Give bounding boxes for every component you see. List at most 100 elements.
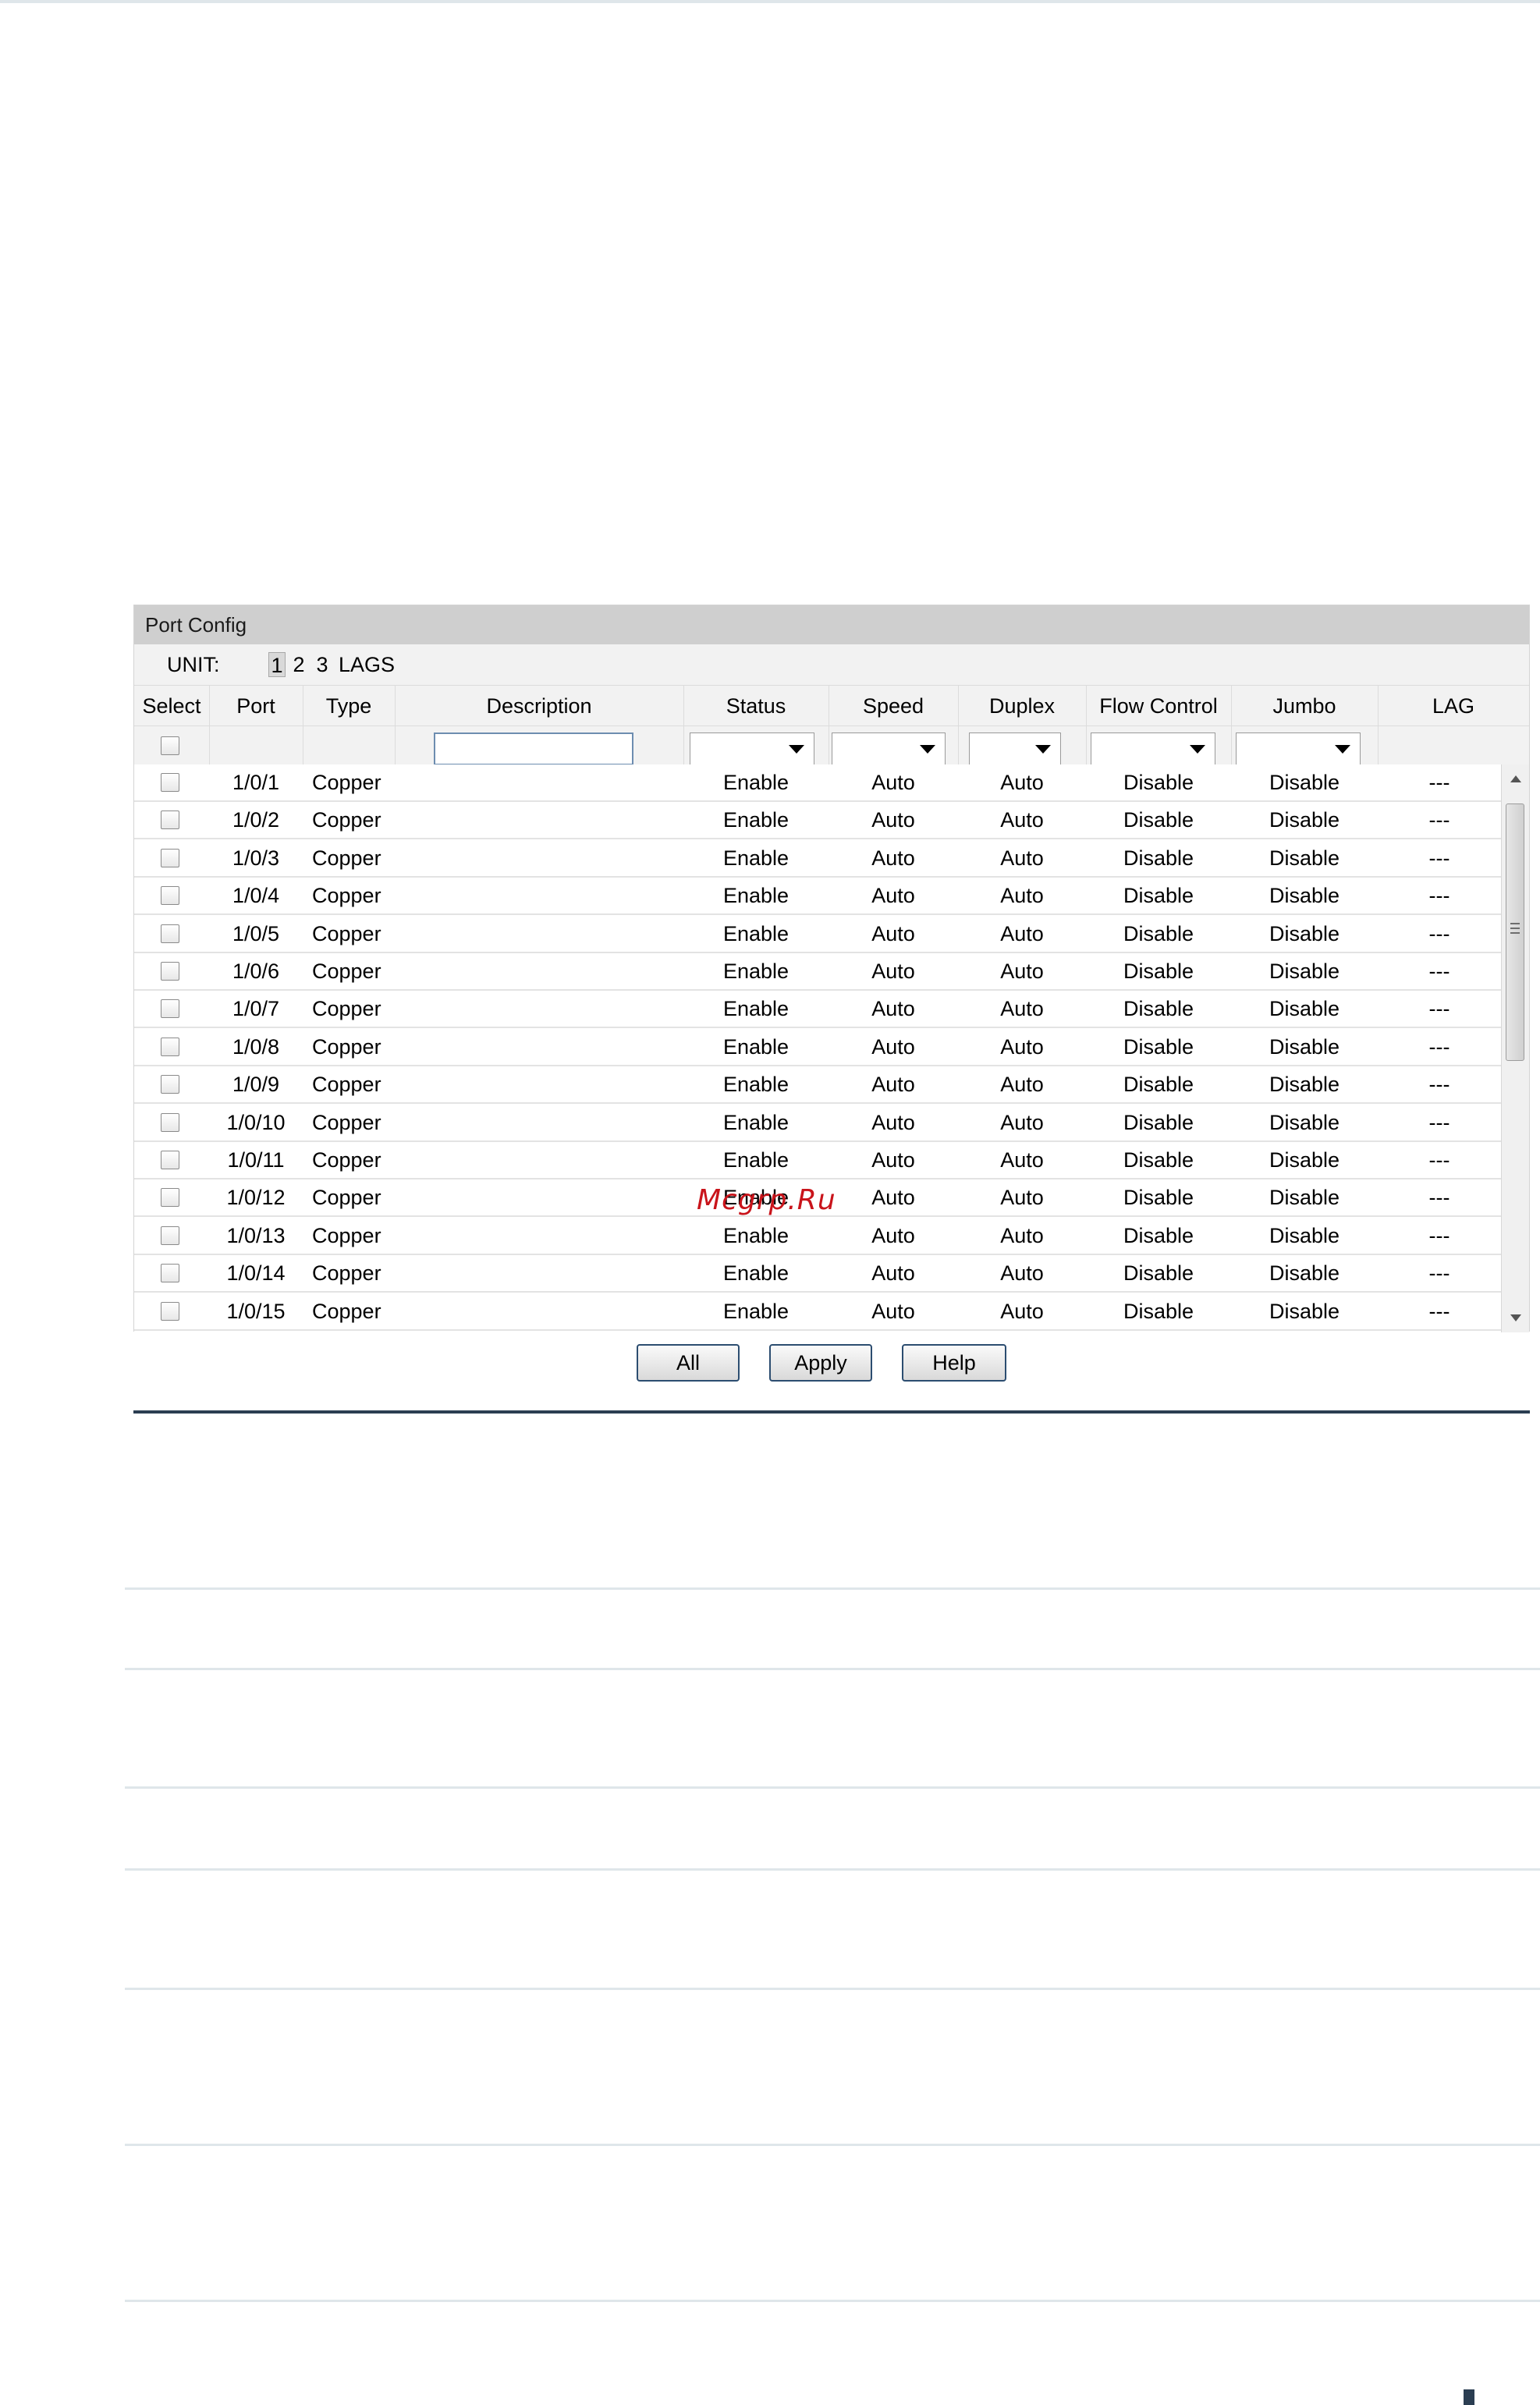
status-cell: Enable <box>722 1034 790 1059</box>
flow-control-cell: Disable <box>1123 1110 1194 1134</box>
watermark: Mcgrp.Ru <box>697 1184 836 1216</box>
row-select-checkbox[interactable] <box>161 773 179 792</box>
row-select-checkbox[interactable] <box>161 811 179 830</box>
duplex-cell: Auto <box>1000 1073 1044 1097</box>
status-cell: Enable <box>722 997 790 1021</box>
unit-link-3[interactable]: 3 <box>314 652 331 677</box>
row-select-checkbox[interactable] <box>161 962 179 981</box>
port-cell: 1/0/15 <box>226 1299 286 1323</box>
port-cell: 1/0/8 <box>232 1034 280 1059</box>
status-cell: Enable <box>722 846 790 870</box>
speed-cell: Auto <box>871 1186 915 1210</box>
scroll-grip-icon <box>1510 928 1520 929</box>
table-row: 1/0/6 Copper Enable Auto Auto Disable Disable -… <box>134 953 1501 991</box>
row-select-checkbox[interactable] <box>161 1151 179 1169</box>
speed-cell: Auto <box>871 1223 915 1247</box>
status-cell: Enable <box>722 884 790 908</box>
header-status: Status <box>726 694 786 718</box>
all-button[interactable]: All <box>637 1344 740 1382</box>
select-all-checkbox[interactable] <box>161 736 179 755</box>
status-dropdown[interactable] <box>690 732 814 765</box>
row-select-checkbox[interactable] <box>161 1112 179 1132</box>
help-button[interactable]: Help <box>902 1344 1006 1382</box>
description-cell <box>395 1218 683 1254</box>
type-cell: Copper <box>312 1034 381 1059</box>
type-cell: Copper <box>312 1073 381 1097</box>
jumbo-cell: Disable <box>1269 1299 1340 1323</box>
speed-cell: Auto <box>871 921 915 945</box>
scroll-grip-icon <box>1510 932 1520 934</box>
description-cell <box>395 1066 683 1102</box>
row-select-checkbox[interactable] <box>161 924 179 943</box>
page-corner-mark <box>1464 2389 1474 2405</box>
row-select-checkbox[interactable] <box>161 1075 179 1094</box>
scrollbar-thumb[interactable] <box>1506 803 1524 1061</box>
flow-control-cell: Disable <box>1123 1186 1194 1210</box>
row-select-checkbox[interactable] <box>161 1037 179 1056</box>
duplex-dropdown[interactable] <box>969 732 1061 765</box>
type-cell: Copper <box>312 1148 381 1172</box>
scroll-down-arrow-icon[interactable] <box>1510 1314 1521 1321</box>
jumbo-cell: Disable <box>1269 1110 1340 1134</box>
port-cell: 1/0/13 <box>226 1223 286 1247</box>
description-cell <box>395 1029 683 1065</box>
port-cell: 1/0/1 <box>232 771 280 794</box>
jumbo-cell: Disable <box>1269 884 1340 908</box>
type-cell: Copper <box>312 997 381 1021</box>
status-cell: Enable <box>722 1148 790 1172</box>
port-config-panel: Port Config UNIT: 1 2 3 LAGS Select Port… <box>133 605 1530 1332</box>
speed-cell: Auto <box>871 771 915 794</box>
speed-dropdown[interactable] <box>832 732 946 765</box>
jumbo-cell: Disable <box>1269 846 1340 870</box>
dropdown-arrow-icon <box>1035 745 1051 754</box>
table-scrollbar[interactable] <box>1501 764 1529 1332</box>
row-select-checkbox[interactable] <box>161 1226 179 1245</box>
lag-cell: --- <box>1428 1223 1450 1247</box>
unit-label: UNIT: <box>167 653 220 676</box>
table-row: 1/0/11 Copper Enable Auto Auto Disable Disable… <box>134 1142 1501 1179</box>
lag-cell: --- <box>1428 1110 1450 1134</box>
unit-link-lags[interactable]: LAGS <box>335 652 398 677</box>
jumbo-cell: Disable <box>1269 960 1340 983</box>
row-select-checkbox[interactable] <box>161 1264 179 1283</box>
type-cell: Copper <box>312 1299 381 1323</box>
scroll-up-arrow-icon[interactable] <box>1510 775 1521 782</box>
table-rule <box>125 1988 1540 1990</box>
row-select-checkbox[interactable] <box>161 1301 179 1321</box>
lag-cell: --- <box>1428 1261 1450 1286</box>
unit-link-1[interactable]: 1 <box>268 652 286 677</box>
table-row: 1/0/15 Copper Enable Auto Auto Disable Disable… <box>134 1293 1501 1331</box>
table-row: 1/0/7 Copper Enable Auto Auto Disable Disable -… <box>134 991 1501 1029</box>
duplex-cell: Auto <box>1000 1223 1044 1247</box>
description-cell <box>395 953 683 989</box>
duplex-cell: Auto <box>1000 1186 1044 1210</box>
row-select-checkbox[interactable] <box>161 1188 179 1208</box>
row-select-checkbox[interactable] <box>161 848 179 867</box>
table-row: 1/0/14 Copper Enable Auto Auto Disable Disable… <box>134 1255 1501 1293</box>
status-cell: Enable <box>722 1299 790 1323</box>
type-cell: Copper <box>312 884 381 908</box>
unit-link-2[interactable]: 2 <box>290 652 307 677</box>
description-cell <box>395 1293 683 1329</box>
jumbo-dropdown[interactable] <box>1236 732 1361 765</box>
row-select-checkbox[interactable] <box>161 886 179 906</box>
port-cell: 1/0/7 <box>232 997 280 1021</box>
description-filter-input[interactable] <box>434 732 633 765</box>
table-row: 1/0/2 Copper Enable Auto Auto Disable Disable -… <box>134 802 1501 840</box>
top-rule <box>0 0 1540 3</box>
flow-control-dropdown[interactable] <box>1091 732 1215 765</box>
table-row: 1/0/3 Copper Enable Auto Auto Disable Disable -… <box>134 840 1501 878</box>
description-cell <box>395 916 683 952</box>
apply-button[interactable]: Apply <box>769 1344 872 1382</box>
header-select: Select <box>142 694 201 718</box>
port-cell: 1/0/5 <box>232 921 280 945</box>
panel-title: Port Config <box>134 605 1529 644</box>
duplex-cell: Auto <box>1000 808 1044 832</box>
row-select-checkbox[interactable] <box>161 999 179 1019</box>
lag-cell: --- <box>1428 884 1450 908</box>
port-table-body: 1/0/1 Copper Enable Auto Auto Disable Disable -… <box>134 764 1501 1332</box>
header-type: Type <box>325 694 372 718</box>
speed-cell: Auto <box>871 884 915 908</box>
flow-control-cell: Disable <box>1123 1223 1194 1247</box>
dropdown-arrow-icon <box>1335 745 1350 754</box>
